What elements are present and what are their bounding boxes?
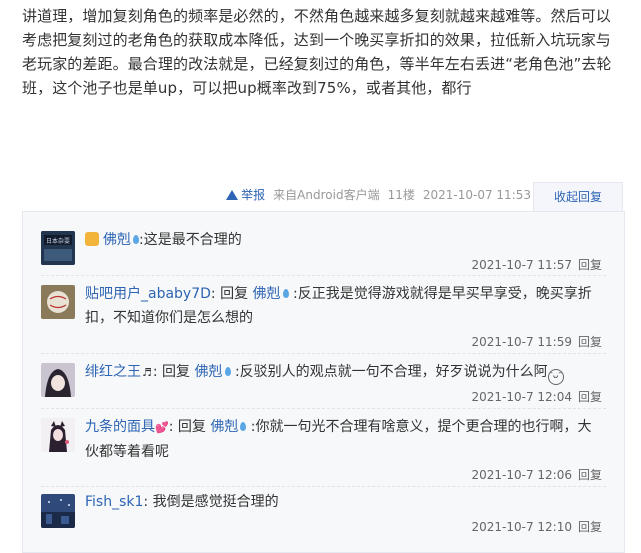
reply-target-user[interactable]: 佛剋: [210, 419, 238, 435]
divider: [41, 353, 606, 354]
reply-time: 2021-10-7 12:04: [471, 390, 572, 404]
fan-badge-icon: [85, 232, 99, 246]
reply-button[interactable]: 回复: [578, 258, 602, 272]
avatar-image-icon: 日本杂耍: [41, 231, 75, 265]
reply-time: 2021-10-7 12:06: [471, 468, 572, 482]
avatar[interactable]: 日本杂耍: [41, 231, 75, 265]
reply-word: 回复: [177, 419, 206, 435]
reply-text-line: 佛剋 :这是最不合理的: [85, 228, 605, 252]
reply-username[interactable]: 绯红之王: [85, 364, 141, 380]
reply-content: : 我倒是感觉挺合理的: [143, 494, 279, 510]
reply-content: :反驳别人的观点就一句不合理，好歹说说为什么阿: [234, 364, 548, 380]
avatar-image-icon: [41, 285, 75, 319]
reply-time: 2021-10-7 11:59: [471, 335, 572, 349]
reply-username[interactable]: 贴吧用户_ababy7D: [85, 286, 211, 302]
report-link[interactable]: 举报: [226, 186, 265, 203]
post-meta: 举报 来自Android客户端 11楼 2021-10-07 11:53: [226, 186, 531, 203]
reply-text-line: Fish_sk1: 我倒是感觉挺合理的: [85, 490, 605, 514]
reply-username[interactable]: Fish_sk1: [85, 494, 143, 510]
reply-button[interactable]: 回复: [578, 520, 602, 534]
reply-meta: 2021-10-7 11:57 回复: [471, 256, 602, 273]
avatar[interactable]: [41, 285, 75, 319]
avatar-caption: 日本杂耍: [46, 237, 70, 245]
reply-text-line: 贴吧用户_ababy7D: 回复 佛剋 :反正我是觉得游戏就得是早买早享受，晚买…: [85, 286, 592, 326]
divider: [41, 486, 606, 487]
divider: [41, 408, 606, 409]
avatar-image-icon: [41, 418, 75, 452]
reply-target-user[interactable]: 佛剋: [195, 364, 223, 380]
reply-text-line: 九条的面具💕: 回复 佛剋 :你就一句光不合理有啥意义，提个更合理的也行啊，大伙…: [85, 419, 592, 460]
avatar[interactable]: [41, 363, 75, 397]
heart-icon: 💕: [155, 421, 169, 434]
post-content: 讲道理，增加复刻角色的频率是必然的，不然角色越来越多复刻就越来越难等。然后可以考…: [22, 7, 612, 97]
reply-meta: 2021-10-7 11:59 回复: [471, 333, 602, 350]
warning-triangle-icon: [226, 189, 239, 200]
avatar-image-icon: [41, 363, 75, 397]
reply-time: 2021-10-7 11:57: [471, 258, 572, 272]
report-label: 举报: [241, 188, 266, 202]
post-source: 来自Android客户端: [273, 188, 380, 202]
reply-target-user[interactable]: 佛剋: [253, 286, 281, 302]
avatar[interactable]: [41, 418, 75, 452]
reply-button[interactable]: 回复: [578, 468, 602, 482]
reply-word: 回复: [162, 364, 191, 380]
water-drop-icon: [224, 367, 231, 376]
avatar-image-icon: [41, 494, 75, 528]
divider: [41, 275, 606, 276]
post-tail-bar: 举报 来自Android客户端 11楼 2021-10-07 11:53 收起回…: [0, 176, 641, 211]
reply-meta: 2021-10-7 12:10 回复: [471, 518, 602, 535]
avatar[interactable]: [41, 494, 75, 528]
post-floor: 11楼: [387, 188, 415, 202]
collapse-replies-button[interactable]: 收起回复: [533, 182, 623, 211]
reply-word: 回复: [220, 286, 249, 302]
post-datetime: 2021-10-07 11:53: [422, 187, 531, 202]
water-drop-icon: [240, 422, 247, 431]
reply-button[interactable]: 回复: [578, 390, 602, 404]
reply-time: 2021-10-7 12:10: [471, 520, 572, 534]
reply-list: 日本杂耍 佛剋 :这是最不合理的 2021-10-7 11:57 回复 贴吧用户_a…: [22, 211, 625, 553]
water-drop-icon: [282, 289, 289, 298]
reply-username[interactable]: 佛剋: [103, 232, 131, 248]
reply-content: :这是最不合理的: [139, 232, 242, 248]
reply-meta: 2021-10-7 12:06 回复: [471, 466, 602, 483]
reply-meta: 2021-10-7 12:04 回复: [471, 388, 602, 405]
reply-username[interactable]: 九条的面具: [85, 419, 155, 435]
reply-button[interactable]: 回复: [578, 335, 602, 349]
smile-emoji-icon: ᵔᴗᵔ: [547, 369, 564, 385]
reply-text-line: 绯红之王♬: 回复 佛剋 :反驳别人的观点就一句不合理，好歹说说为什么阿 ᵔᴗᵔ: [85, 360, 605, 385]
music-note-icon: ♬: [142, 366, 152, 379]
